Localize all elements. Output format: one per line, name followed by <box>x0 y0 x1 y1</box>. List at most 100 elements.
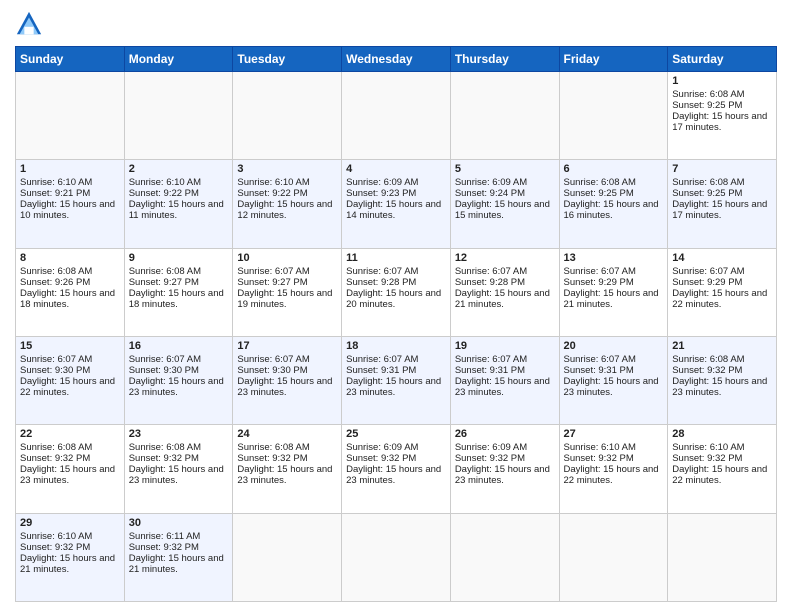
sunrise-text: Sunrise: 6:07 AM <box>564 354 664 365</box>
day-number: 27 <box>564 428 664 440</box>
day-of-week-sunday: Sunday <box>16 47 125 72</box>
sunrise-text: Sunrise: 6:07 AM <box>346 266 446 277</box>
daylight-text: Daylight: 15 hours and 23 minutes. <box>455 376 555 398</box>
daylight-text: Daylight: 15 hours and 23 minutes. <box>346 464 446 486</box>
week-row-0: 1Sunrise: 6:08 AMSunset: 9:25 PMDaylight… <box>16 72 777 160</box>
daylight-text: Daylight: 15 hours and 21 minutes. <box>20 553 120 575</box>
sunset-text: Sunset: 9:30 PM <box>237 365 337 376</box>
day-number: 1 <box>20 163 120 175</box>
daylight-text: Daylight: 15 hours and 23 minutes. <box>129 464 229 486</box>
daylight-text: Daylight: 15 hours and 23 minutes. <box>237 376 337 398</box>
sunset-text: Sunset: 9:27 PM <box>129 277 229 288</box>
logo-icon <box>15 10 43 38</box>
day-number: 28 <box>672 428 772 440</box>
calendar-cell: 12Sunrise: 6:07 AMSunset: 9:28 PMDayligh… <box>450 248 559 336</box>
sunset-text: Sunset: 9:31 PM <box>455 365 555 376</box>
calendar-cell: 1Sunrise: 6:08 AMSunset: 9:25 PMDaylight… <box>668 72 777 160</box>
sunrise-text: Sunrise: 6:09 AM <box>346 442 446 453</box>
page: SundayMondayTuesdayWednesdayThursdayFrid… <box>0 0 792 612</box>
day-number: 1 <box>672 75 772 87</box>
daylight-text: Daylight: 15 hours and 23 minutes. <box>237 464 337 486</box>
daylight-text: Daylight: 15 hours and 23 minutes. <box>455 464 555 486</box>
day-number: 21 <box>672 340 772 352</box>
calendar-cell: 26Sunrise: 6:09 AMSunset: 9:32 PMDayligh… <box>450 425 559 513</box>
calendar-cell: 7Sunrise: 6:08 AMSunset: 9:25 PMDaylight… <box>668 160 777 248</box>
sunrise-text: Sunrise: 6:07 AM <box>346 354 446 365</box>
sunrise-text: Sunrise: 6:08 AM <box>129 442 229 453</box>
daylight-text: Daylight: 15 hours and 17 minutes. <box>672 199 772 221</box>
day-number: 9 <box>129 252 229 264</box>
day-number: 13 <box>564 252 664 264</box>
daylight-text: Daylight: 15 hours and 16 minutes. <box>564 199 664 221</box>
daylight-text: Daylight: 15 hours and 18 minutes. <box>20 288 120 310</box>
calendar-cell <box>233 513 342 601</box>
calendar-cell: 23Sunrise: 6:08 AMSunset: 9:32 PMDayligh… <box>124 425 233 513</box>
week-row-2: 8Sunrise: 6:08 AMSunset: 9:26 PMDaylight… <box>16 248 777 336</box>
day-number: 5 <box>455 163 555 175</box>
daylight-text: Daylight: 15 hours and 14 minutes. <box>346 199 446 221</box>
sunrise-text: Sunrise: 6:07 AM <box>455 266 555 277</box>
day-of-week-saturday: Saturday <box>668 47 777 72</box>
calendar-cell <box>559 72 668 160</box>
week-row-5: 29Sunrise: 6:10 AMSunset: 9:32 PMDayligh… <box>16 513 777 601</box>
calendar-cell: 5Sunrise: 6:09 AMSunset: 9:24 PMDaylight… <box>450 160 559 248</box>
day-of-week-monday: Monday <box>124 47 233 72</box>
day-number: 19 <box>455 340 555 352</box>
sunrise-text: Sunrise: 6:08 AM <box>672 89 772 100</box>
sunset-text: Sunset: 9:22 PM <box>237 188 337 199</box>
daylight-text: Daylight: 15 hours and 11 minutes. <box>129 199 229 221</box>
daylight-text: Daylight: 15 hours and 23 minutes. <box>346 376 446 398</box>
daylight-text: Daylight: 15 hours and 10 minutes. <box>20 199 120 221</box>
sunset-text: Sunset: 9:22 PM <box>129 188 229 199</box>
sunset-text: Sunset: 9:32 PM <box>129 542 229 553</box>
sunrise-text: Sunrise: 6:10 AM <box>672 442 772 453</box>
day-of-week-tuesday: Tuesday <box>233 47 342 72</box>
day-number: 18 <box>346 340 446 352</box>
calendar-cell <box>668 513 777 601</box>
week-row-4: 22Sunrise: 6:08 AMSunset: 9:32 PMDayligh… <box>16 425 777 513</box>
daylight-text: Daylight: 15 hours and 21 minutes. <box>455 288 555 310</box>
day-number: 4 <box>346 163 446 175</box>
day-number: 30 <box>129 517 229 529</box>
daylight-text: Daylight: 15 hours and 15 minutes. <box>455 199 555 221</box>
day-number: 10 <box>237 252 337 264</box>
calendar-cell: 6Sunrise: 6:08 AMSunset: 9:25 PMDaylight… <box>559 160 668 248</box>
sunset-text: Sunset: 9:26 PM <box>20 277 120 288</box>
daylight-text: Daylight: 15 hours and 18 minutes. <box>129 288 229 310</box>
calendar-cell: 13Sunrise: 6:07 AMSunset: 9:29 PMDayligh… <box>559 248 668 336</box>
calendar-cell <box>450 72 559 160</box>
sunrise-text: Sunrise: 6:07 AM <box>20 354 120 365</box>
day-number: 7 <box>672 163 772 175</box>
daylight-text: Daylight: 15 hours and 23 minutes. <box>20 464 120 486</box>
week-row-1: 1Sunrise: 6:10 AMSunset: 9:21 PMDaylight… <box>16 160 777 248</box>
sunrise-text: Sunrise: 6:07 AM <box>129 354 229 365</box>
calendar-cell <box>450 513 559 601</box>
sunrise-text: Sunrise: 6:07 AM <box>455 354 555 365</box>
daylight-text: Daylight: 15 hours and 21 minutes. <box>564 288 664 310</box>
calendar-cell: 14Sunrise: 6:07 AMSunset: 9:29 PMDayligh… <box>668 248 777 336</box>
calendar-cell: 21Sunrise: 6:08 AMSunset: 9:32 PMDayligh… <box>668 336 777 424</box>
sunrise-text: Sunrise: 6:08 AM <box>20 442 120 453</box>
calendar-cell: 10Sunrise: 6:07 AMSunset: 9:27 PMDayligh… <box>233 248 342 336</box>
calendar-cell: 8Sunrise: 6:08 AMSunset: 9:26 PMDaylight… <box>16 248 125 336</box>
day-number: 12 <box>455 252 555 264</box>
header <box>15 10 777 38</box>
calendar-cell: 9Sunrise: 6:08 AMSunset: 9:27 PMDaylight… <box>124 248 233 336</box>
sunset-text: Sunset: 9:30 PM <box>20 365 120 376</box>
calendar-cell <box>233 72 342 160</box>
week-row-3: 15Sunrise: 6:07 AMSunset: 9:30 PMDayligh… <box>16 336 777 424</box>
day-number: 15 <box>20 340 120 352</box>
sunrise-text: Sunrise: 6:09 AM <box>455 177 555 188</box>
calendar-cell: 30Sunrise: 6:11 AMSunset: 9:32 PMDayligh… <box>124 513 233 601</box>
day-number: 24 <box>237 428 337 440</box>
sunset-text: Sunset: 9:31 PM <box>346 365 446 376</box>
calendar-cell: 28Sunrise: 6:10 AMSunset: 9:32 PMDayligh… <box>668 425 777 513</box>
calendar-cell <box>342 513 451 601</box>
daylight-text: Daylight: 15 hours and 22 minutes. <box>20 376 120 398</box>
sunrise-text: Sunrise: 6:10 AM <box>20 531 120 542</box>
calendar-cell: 4Sunrise: 6:09 AMSunset: 9:23 PMDaylight… <box>342 160 451 248</box>
daylight-text: Daylight: 15 hours and 12 minutes. <box>237 199 337 221</box>
sunrise-text: Sunrise: 6:11 AM <box>129 531 229 542</box>
sunrise-text: Sunrise: 6:08 AM <box>672 354 772 365</box>
sunrise-text: Sunrise: 6:09 AM <box>346 177 446 188</box>
